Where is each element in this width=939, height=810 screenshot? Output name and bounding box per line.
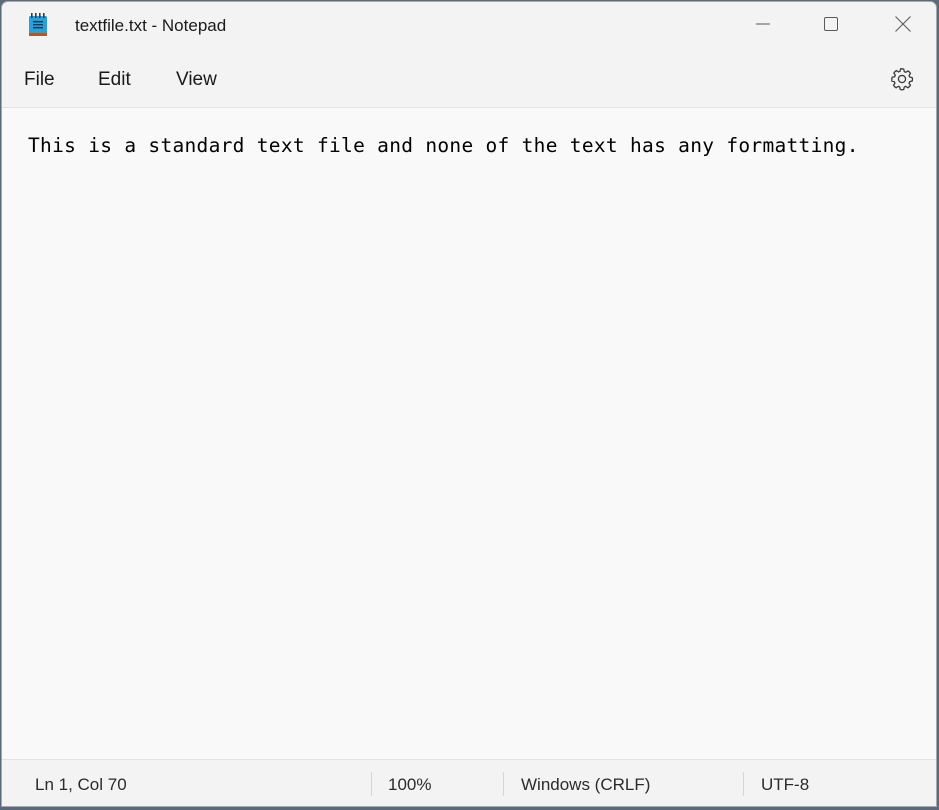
gear-icon[interactable] [889,66,915,92]
maximize-icon [824,17,838,31]
notepad-window: textfile.txt - Notepad File Edit View Th… [1,1,937,807]
minimize-icon [756,23,770,25]
window-title: textfile.txt - Notepad [75,16,227,35]
line-ending[interactable]: Windows (CRLF) [521,775,650,795]
menu-view[interactable]: View [176,69,217,91]
status-divider [371,772,372,796]
text-editor[interactable]: This is a standard text file and none of… [2,108,936,762]
menu-bar: File Edit View [2,48,936,108]
encoding[interactable]: UTF-8 [761,775,809,795]
minimize-button[interactable] [740,2,786,46]
close-icon [895,16,911,32]
title-bar[interactable]: textfile.txt - Notepad [2,2,936,48]
maximize-button[interactable] [808,2,854,46]
editor-content[interactable]: This is a standard text file and none of… [28,134,859,157]
notepad-icon [29,13,47,36]
close-button[interactable] [880,2,926,46]
cursor-position: Ln 1, Col 70 [35,775,127,794]
menu-edit[interactable]: Edit [98,69,131,91]
menu-file[interactable]: File [24,69,55,91]
zoom-level[interactable]: 100% [388,775,431,795]
status-divider [743,772,744,796]
status-bar: Ln 1, Col 70 100% Windows (CRLF) UTF-8 [2,759,936,806]
status-divider [503,772,504,796]
